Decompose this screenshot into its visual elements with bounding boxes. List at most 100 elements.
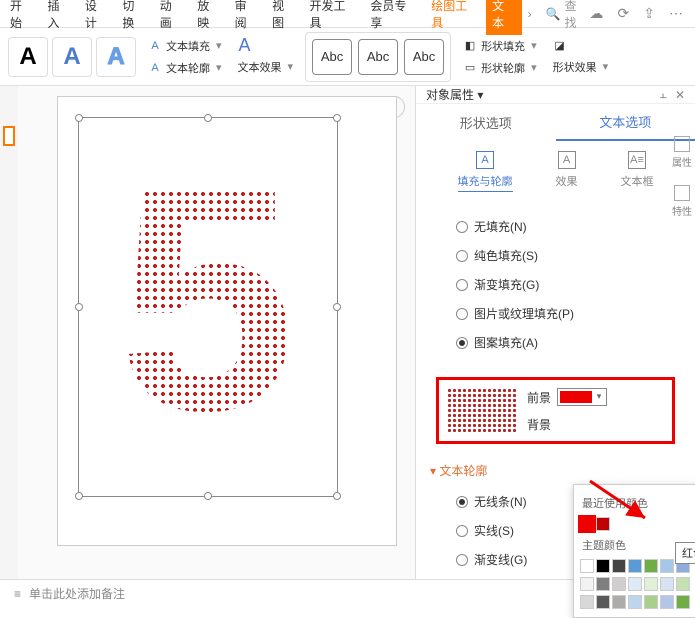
shape-styles: Abc Abc Abc bbox=[305, 32, 451, 82]
radio-no-fill[interactable]: 无填充(N) bbox=[456, 212, 675, 241]
slide-thumbnails[interactable] bbox=[0, 86, 18, 579]
tab-view[interactable]: 视图 bbox=[266, 0, 301, 35]
recent-colors-label: 最近使用颜色 bbox=[580, 491, 695, 515]
radio-gradient-fill[interactable]: 渐变填充(G) bbox=[456, 270, 675, 299]
text-effect-icon: A bbox=[238, 39, 252, 53]
subtab-effect[interactable]: A 效果 bbox=[556, 151, 578, 192]
swatch[interactable] bbox=[660, 559, 674, 573]
thumbnail-selected[interactable] bbox=[3, 126, 15, 146]
shape-style-3[interactable]: Abc bbox=[404, 39, 444, 75]
resize-handle[interactable] bbox=[75, 303, 83, 311]
shape-style-2[interactable]: Abc bbox=[358, 39, 398, 75]
tab-vip[interactable]: 会员专享 bbox=[364, 0, 423, 35]
panel-tab-shape[interactable]: 形状选项 bbox=[416, 105, 556, 140]
cloud-icon[interactable]: ☁ bbox=[590, 5, 604, 22]
resize-handle[interactable] bbox=[204, 492, 212, 500]
slide[interactable]: 5 bbox=[57, 96, 397, 546]
swatch-darkred[interactable] bbox=[596, 517, 610, 531]
swatch[interactable] bbox=[612, 559, 626, 573]
wordart-style-2[interactable]: A bbox=[52, 37, 92, 77]
special-icon bbox=[674, 185, 690, 201]
rail-properties[interactable]: 属性 bbox=[672, 136, 692, 169]
search-icon: 🔍 bbox=[546, 7, 561, 21]
tab-text-tools[interactable]: 文本 bbox=[486, 0, 521, 35]
background-row: 背景 bbox=[527, 416, 607, 433]
text-fill-icon: A bbox=[148, 39, 162, 53]
tabs-more-icon[interactable]: › bbox=[524, 7, 536, 21]
resize-handle[interactable] bbox=[75, 114, 83, 122]
resize-handle[interactable] bbox=[333, 114, 341, 122]
tab-drawing-tools[interactable]: 绘图工具 bbox=[425, 0, 484, 35]
tab-slideshow[interactable]: 放映 bbox=[191, 0, 226, 35]
wordart-style-3[interactable]: A bbox=[96, 37, 136, 77]
foreground-label: 前景 bbox=[527, 389, 551, 406]
canvas-text-content: 5 bbox=[79, 118, 337, 478]
text-frame-selected[interactable]: 5 bbox=[78, 117, 338, 497]
tab-insert[interactable]: 插入 bbox=[41, 0, 76, 35]
subtab-fill-outline[interactable]: A 填充与轮廓 bbox=[458, 151, 513, 192]
resize-handle[interactable] bbox=[75, 492, 83, 500]
fill-icon: A bbox=[476, 151, 494, 169]
workspace: + 5 对象属性 ▾ ⫠ ✕ 形状选项 文本选项 bbox=[0, 86, 695, 579]
outline-section-title[interactable]: 文本轮廓 bbox=[416, 454, 695, 487]
text-outline-icon: A bbox=[148, 61, 162, 75]
shape-fill-button[interactable]: ◧形状填充▾ bbox=[459, 36, 541, 56]
notes-icon: ≡ bbox=[14, 587, 21, 601]
close-icon[interactable]: ✕ bbox=[675, 88, 685, 102]
resize-handle[interactable] bbox=[204, 114, 212, 122]
swatch[interactable] bbox=[580, 577, 594, 591]
background-label: 背景 bbox=[527, 416, 551, 433]
tab-start[interactable]: 开始 bbox=[4, 0, 39, 35]
bucket-icon: ◧ bbox=[463, 39, 477, 53]
properties-panel: 对象属性 ▾ ⫠ ✕ 形状选项 文本选项 A 填充与轮廓 A 效果 A≡ 文本框… bbox=[415, 86, 695, 579]
search-input[interactable]: 🔍 查找 bbox=[546, 0, 588, 31]
text-outline-button[interactable]: A文本轮廓▾ bbox=[144, 58, 226, 78]
swatch-red-highlighted[interactable] bbox=[580, 517, 594, 531]
swatch[interactable] bbox=[628, 577, 642, 591]
resize-handle[interactable] bbox=[333, 303, 341, 311]
panel-title: 对象属性 ▾ bbox=[426, 86, 652, 103]
notes-placeholder: 单击此处添加备注 bbox=[29, 585, 125, 602]
shape-effect-button[interactable]: ◪ bbox=[549, 37, 613, 55]
swatch[interactable] bbox=[628, 559, 642, 573]
more-icon[interactable]: ⋯ bbox=[669, 5, 683, 22]
rail-special[interactable]: 特性 bbox=[672, 185, 692, 218]
refresh-icon[interactable]: ⟳ bbox=[618, 5, 630, 22]
text-fill-button[interactable]: A文本填充▾ bbox=[144, 36, 226, 56]
pin-icon[interactable]: ⫠ bbox=[660, 87, 667, 102]
tab-animation[interactable]: 动画 bbox=[154, 0, 189, 35]
share-icon[interactable]: ⇪ bbox=[643, 5, 655, 22]
pattern-preview[interactable] bbox=[447, 388, 517, 433]
subtab-textbox[interactable]: A≡ 文本框 bbox=[621, 151, 654, 192]
swatch[interactable] bbox=[612, 577, 626, 591]
tab-transition[interactable]: 切换 bbox=[116, 0, 151, 35]
wordart-style-1[interactable]: A bbox=[8, 37, 48, 77]
radio-picture-fill[interactable]: 图片或纹理填充(P) bbox=[456, 299, 675, 328]
swatch[interactable] bbox=[596, 559, 610, 573]
properties-icon bbox=[674, 136, 690, 152]
shape-outline-button[interactable]: ▭形状轮廓▾ bbox=[459, 58, 541, 78]
swatch[interactable] bbox=[644, 559, 658, 573]
text-effect-label[interactable]: 文本效果▾ bbox=[234, 57, 298, 77]
resize-handle[interactable] bbox=[333, 492, 341, 500]
foreground-row: 前景 ▾ bbox=[527, 388, 607, 406]
swatch[interactable] bbox=[660, 577, 674, 591]
top-action-icons: ☁ ⟳ ⇪ ⋯ bbox=[590, 5, 691, 22]
shape-effect-label[interactable]: 形状效果▾ bbox=[549, 57, 613, 77]
search-placeholder: 查找 bbox=[565, 0, 588, 31]
textbox-icon: A≡ bbox=[628, 151, 646, 169]
tab-review[interactable]: 审阅 bbox=[229, 0, 264, 35]
swatch[interactable] bbox=[580, 559, 594, 573]
foreground-highlight-box: 前景 ▾ 背景 bbox=[436, 377, 675, 444]
swatch[interactable] bbox=[644, 577, 658, 591]
text-effect-button[interactable]: A bbox=[234, 37, 298, 55]
radio-solid-fill[interactable]: 纯色填充(S) bbox=[456, 241, 675, 270]
shape-style-1[interactable]: Abc bbox=[312, 39, 352, 75]
tab-devtools[interactable]: 开发工具 bbox=[304, 0, 363, 35]
swatch[interactable] bbox=[596, 577, 610, 591]
tab-design[interactable]: 设计 bbox=[79, 0, 114, 35]
radio-pattern-fill[interactable]: 图案填充(A) bbox=[456, 328, 675, 357]
canvas-area[interactable]: + 5 bbox=[18, 86, 415, 579]
swatch[interactable] bbox=[676, 577, 690, 591]
foreground-color-picker[interactable]: ▾ bbox=[557, 388, 607, 406]
